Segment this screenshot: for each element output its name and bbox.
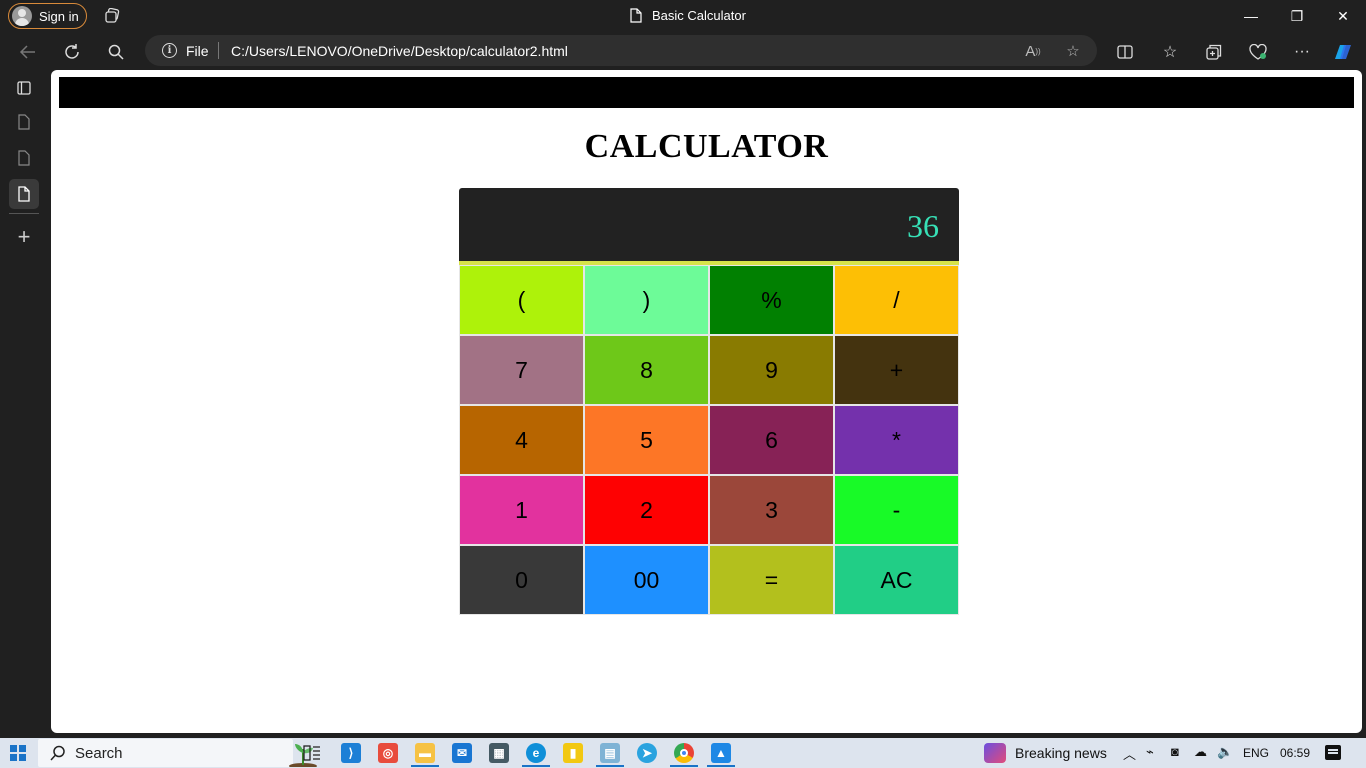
more-menu-icon[interactable]: ··· — [1291, 41, 1313, 63]
new-tab-plus-icon[interactable]: + — [13, 224, 35, 250]
page-document-icon — [630, 8, 642, 23]
calculator-key[interactable]: ( — [459, 265, 584, 335]
close-button[interactable]: ✕ — [1320, 0, 1366, 32]
calculator-display: 36 — [459, 188, 959, 265]
power-bi-icon[interactable]: ▮ — [563, 743, 583, 763]
sign-in-button[interactable]: Sign in — [8, 3, 87, 29]
photos-app-icon[interactable]: ▦ — [489, 743, 509, 763]
office-app-icon[interactable]: ◎ — [378, 743, 398, 763]
copilot-icon[interactable] — [1332, 41, 1354, 63]
news-widget-icon[interactable] — [984, 743, 1006, 763]
taskbar-search-box[interactable]: Search — [38, 739, 317, 767]
mail-icon[interactable]: ✉ — [452, 743, 472, 763]
windows-taskbar: Search ⟩ ◎ ▬ ✉ ▦ e ▮ ▤ ➤ ▲ Breaking news… — [0, 738, 1366, 768]
url-text[interactable]: C:/Users/LENOVO/OneDrive/Desktop/calcula… — [231, 43, 568, 59]
chrome-icon[interactable] — [674, 743, 694, 763]
profile-avatar-icon — [12, 6, 32, 26]
back-arrow-icon — [19, 45, 35, 59]
search-icon — [108, 44, 124, 60]
tab-page-2-icon[interactable] — [9, 143, 39, 173]
clock-time[interactable]: 06:59 — [1280, 746, 1310, 760]
battery-plug-icon[interactable]: ⌁ — [1146, 744, 1154, 760]
keypad: ()%/7 8 9 +4 5 6 * 1 2 3-0 00 = AC — [459, 265, 959, 615]
calculator-key[interactable]: 9 — [709, 335, 834, 405]
chrome-running-indicator — [670, 765, 698, 767]
calculator-key[interactable]: * — [834, 405, 959, 475]
minimize-button[interactable]: — — [1228, 0, 1274, 32]
sign-in-label: Sign in — [39, 8, 79, 24]
task-view-icon[interactable] — [302, 743, 322, 763]
display-value: 36 — [907, 208, 939, 244]
tab-page-active-icon[interactable] — [9, 179, 39, 209]
notepad-icon[interactable]: ▤ — [600, 743, 620, 763]
page-viewport: CALCULATOR 36 ()%/7 8 9 +4 5 6 * 1 2 3-0 00 = AC — [51, 70, 1362, 733]
refresh-icon — [65, 44, 79, 59]
calculator-key[interactable]: 4 — [459, 405, 584, 475]
workspaces-icon[interactable] — [104, 8, 121, 24]
calculator-key[interactable]: 5 — [584, 405, 709, 475]
calculator-key[interactable]: 1 — [459, 475, 584, 545]
edge-running-indicator — [522, 765, 550, 767]
camera-icon[interactable]: ◙ — [1171, 744, 1179, 759]
photos-icon[interactable]: ▲ — [711, 743, 731, 763]
show-hidden-icons-chevron-icon[interactable]: ︿ — [1123, 744, 1136, 763]
calculator-heading: CALCULATOR — [584, 128, 829, 165]
split-screen-icon[interactable] — [1114, 41, 1136, 63]
read-aloud-icon[interactable]: A)) — [1023, 41, 1043, 61]
file-explorer-running-indicator — [411, 765, 439, 767]
tab-actions-icon[interactable] — [9, 73, 39, 103]
network-offline-icon[interactable]: ☁ — [1194, 744, 1207, 760]
favorites-icon[interactable]: ☆ — [1159, 41, 1181, 63]
taskbar-search-icon — [50, 745, 65, 761]
calculator-key[interactable]: ) — [584, 265, 709, 335]
vertical-tabs-panel: + — [0, 70, 50, 738]
address-separator — [218, 42, 219, 59]
photos-running-indicator — [707, 765, 735, 767]
restore-button[interactable]: ❐ — [1274, 0, 1320, 32]
calculator-key[interactable]: 3 — [709, 475, 834, 545]
tabs-divider — [9, 213, 39, 214]
calculator-key[interactable]: 0 — [459, 545, 584, 615]
file-explorer-icon[interactable]: ▬ — [415, 743, 435, 763]
calculator: 36 ()%/7 8 9 +4 5 6 * 1 2 3-0 00 = AC — [459, 188, 959, 615]
top-black-bar — [59, 77, 1354, 108]
taskbar-search-label: Search — [75, 745, 123, 762]
address-bar[interactable]: i File C:/Users/LENOVO/OneDrive/Desktop/… — [145, 35, 1097, 66]
calculator-key[interactable]: 2 — [584, 475, 709, 545]
calculator-key[interactable]: 7 — [459, 335, 584, 405]
start-windows-icon[interactable] — [10, 745, 26, 761]
edge-browser-icon[interactable]: e — [526, 743, 546, 763]
calculator-key[interactable]: - — [834, 475, 959, 545]
calculator-key[interactable]: + — [834, 335, 959, 405]
calculator-key[interactable]: 6 — [709, 405, 834, 475]
calculator-key[interactable]: 8 — [584, 335, 709, 405]
browser-essentials-icon[interactable] — [1247, 41, 1269, 63]
volume-icon[interactable]: 🔈 — [1217, 744, 1233, 760]
calculator-key[interactable]: = — [709, 545, 834, 615]
collections-icon[interactable] — [1203, 41, 1225, 63]
news-widget-label[interactable]: Breaking news — [1015, 745, 1107, 761]
calculator-key[interactable]: 00 — [584, 545, 709, 615]
calculator-key[interactable]: % — [709, 265, 834, 335]
notification-center-icon[interactable] — [1325, 745, 1341, 760]
scheme-label: File — [186, 43, 209, 59]
navigation-bar: i File C:/Users/LENOVO/OneDrive/Desktop/… — [0, 32, 1366, 70]
back-button[interactable] — [15, 39, 41, 65]
vscode-icon[interactable]: ⟩ — [341, 743, 361, 763]
notepad-running-indicator — [596, 765, 624, 767]
language-indicator[interactable]: ENG — [1243, 746, 1269, 760]
favorite-star-icon[interactable]: ☆ — [1063, 41, 1083, 61]
window-title-text: Basic Calculator — [652, 8, 746, 23]
site-info-icon[interactable]: i — [162, 43, 177, 58]
search-button[interactable] — [103, 39, 129, 65]
window-title: Basic Calculator — [630, 8, 746, 23]
telegram-icon[interactable]: ➤ — [637, 743, 657, 763]
title-bar: Sign in Basic Calculator — ❐ ✕ — [0, 0, 1366, 32]
refresh-button[interactable] — [59, 39, 85, 65]
calculator-key[interactable]: AC — [834, 545, 959, 615]
tab-page-1-icon[interactable] — [9, 107, 39, 137]
calculator-key[interactable]: / — [834, 265, 959, 335]
